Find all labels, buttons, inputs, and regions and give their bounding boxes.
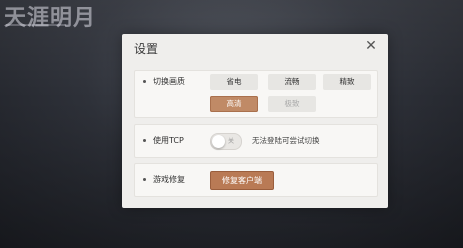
repair-client-button[interactable]: 修复客户端: [210, 171, 274, 190]
quality-option-power-save[interactable]: 省电: [210, 74, 258, 90]
tcp-hint: 无法登陆可尝试切换: [252, 136, 320, 145]
quality-option-smooth[interactable]: 流畅: [268, 74, 316, 90]
repair-panel: 游戏修复 修复客户端: [134, 163, 378, 197]
quality-option-fine[interactable]: 精致: [323, 74, 371, 90]
quality-option-ultra[interactable]: 极致: [268, 96, 316, 112]
quality-label: 切换画质: [153, 77, 185, 86]
tcp-toggle[interactable]: 关: [210, 133, 242, 150]
bullet-icon: [143, 139, 146, 142]
tcp-panel: 使用TCP 关 无法登陆可尝试切换: [134, 124, 378, 158]
toggle-knob: [212, 135, 225, 148]
bullet-icon: [143, 178, 146, 181]
quality-panel: 切换画质 省电 流畅 精致 高清 极致: [134, 70, 378, 118]
background-logo-underline: [6, 24, 66, 26]
toggle-state-text: 关: [228, 138, 235, 145]
settings-dialog: 设置 ✕ 切换画质 省电 流畅 精致 高清 极致 使用TCP 关 无法登陆可尝试…: [122, 34, 388, 208]
repair-label: 游戏修复: [153, 175, 185, 184]
quality-option-hd[interactable]: 高清: [210, 96, 258, 112]
close-icon[interactable]: ✕: [364, 39, 378, 53]
dialog-title: 设置: [134, 42, 159, 56]
bullet-icon: [143, 80, 146, 83]
tcp-label: 使用TCP: [153, 136, 184, 145]
background-logo: 天涯明月: [4, 6, 97, 31]
